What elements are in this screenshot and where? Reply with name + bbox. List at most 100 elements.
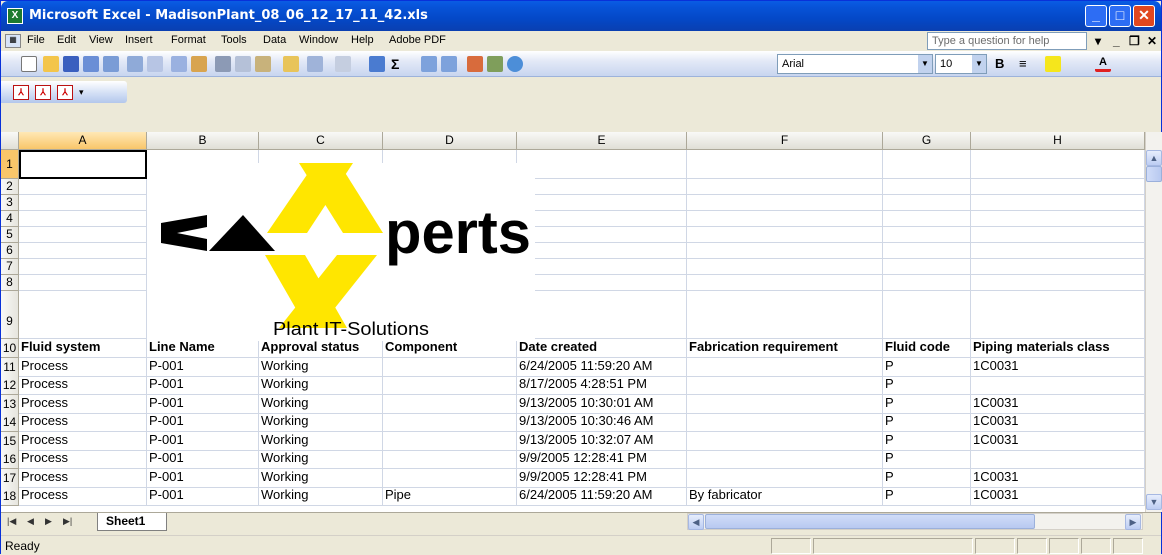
- table-cell[interactable]: [687, 469, 883, 488]
- table-cell[interactable]: [19, 227, 147, 243]
- row-header[interactable]: 3: [1, 195, 19, 211]
- chevron-down-icon[interactable]: ▼: [972, 55, 986, 73]
- sort-ascending-icon[interactable]: [421, 56, 437, 72]
- table-cell[interactable]: 1C0031: [971, 487, 1145, 506]
- horizontal-scrollbar[interactable]: ◀ ▶: [687, 513, 1143, 530]
- menu-insert[interactable]: Insert: [125, 34, 153, 46]
- table-cell[interactable]: Process: [19, 376, 147, 395]
- row-header[interactable]: 13: [1, 395, 19, 414]
- column-header-h[interactable]: H: [971, 132, 1145, 150]
- table-cell[interactable]: [971, 211, 1145, 227]
- menu-adobe-pdf[interactable]: Adobe PDF: [389, 34, 446, 46]
- table-cell[interactable]: P: [883, 432, 971, 451]
- format-painter-icon[interactable]: [283, 56, 299, 72]
- table-cell[interactable]: [687, 195, 883, 211]
- table-cell[interactable]: 6/24/2005 11:59:20 AM: [517, 487, 687, 506]
- table-cell[interactable]: [687, 150, 883, 179]
- doc-restore-button[interactable]: ❐: [1129, 34, 1140, 48]
- table-cell[interactable]: [971, 150, 1145, 179]
- email-icon[interactable]: [103, 56, 119, 72]
- table-cell[interactable]: Working: [259, 376, 383, 395]
- table-cell[interactable]: Process: [19, 469, 147, 488]
- table-cell[interactable]: [687, 291, 883, 339]
- font-size-select[interactable]: 10 ▼: [935, 54, 987, 74]
- table-cell[interactable]: [517, 150, 687, 179]
- table-cell[interactable]: [687, 413, 883, 432]
- cut-icon[interactable]: [215, 56, 231, 72]
- table-cell[interactable]: 8/17/2005 4:28:51 PM: [517, 376, 687, 395]
- table-cell[interactable]: [687, 211, 883, 227]
- row-header[interactable]: 17: [1, 469, 19, 488]
- table-cell[interactable]: P-001: [147, 432, 259, 451]
- table-cell[interactable]: [971, 275, 1145, 291]
- column-header-c[interactable]: C: [259, 132, 383, 150]
- table-cell[interactable]: 1C0031: [971, 395, 1145, 414]
- table-cell[interactable]: P-001: [147, 469, 259, 488]
- row-header[interactable]: 5: [1, 227, 19, 243]
- vertical-scrollbar[interactable]: ▲ ▼: [1145, 132, 1162, 512]
- excel-icon[interactable]: X: [7, 8, 23, 24]
- table-cell[interactable]: Working: [259, 432, 383, 451]
- table-cell[interactable]: [687, 358, 883, 377]
- menu-help[interactable]: Help: [351, 34, 374, 46]
- table-cell[interactable]: Process: [19, 487, 147, 506]
- table-cell[interactable]: [883, 259, 971, 275]
- column-title-cell[interactable]: Fabrication requirement: [687, 339, 883, 358]
- menu-file[interactable]: File: [27, 34, 45, 46]
- column-header-b[interactable]: B: [147, 132, 259, 150]
- scroll-right-icon[interactable]: ▶: [1125, 514, 1141, 530]
- row-header[interactable]: 16: [1, 450, 19, 469]
- open-icon[interactable]: [43, 56, 59, 72]
- table-cell[interactable]: [19, 259, 147, 275]
- table-cell[interactable]: [19, 195, 147, 211]
- table-cell[interactable]: [883, 179, 971, 195]
- row-header[interactable]: 2: [1, 179, 19, 195]
- vertical-scroll-thumb[interactable]: [1146, 166, 1162, 182]
- table-cell[interactable]: By fabricator: [687, 487, 883, 506]
- table-cell[interactable]: [883, 243, 971, 259]
- table-cell[interactable]: [883, 291, 971, 339]
- fill-color-icon[interactable]: [1045, 56, 1061, 72]
- table-cell[interactable]: [383, 395, 517, 414]
- table-cell[interactable]: 9/13/2005 10:32:07 AM: [517, 432, 687, 451]
- table-cell[interactable]: [383, 450, 517, 469]
- column-title-cell[interactable]: Approval status: [259, 339, 383, 358]
- menu-view[interactable]: View: [89, 34, 113, 46]
- table-cell[interactable]: [517, 259, 687, 275]
- table-cell[interactable]: [971, 450, 1145, 469]
- workbook-icon[interactable]: ▦: [5, 34, 21, 48]
- column-header-d[interactable]: D: [383, 132, 517, 150]
- table-cell[interactable]: [687, 243, 883, 259]
- table-cell[interactable]: [383, 358, 517, 377]
- permission-icon[interactable]: [83, 56, 99, 72]
- table-cell[interactable]: P: [883, 395, 971, 414]
- table-cell[interactable]: 1C0031: [971, 358, 1145, 377]
- toolbar-options-icon[interactable]: ▾: [79, 87, 84, 98]
- table-cell[interactable]: [687, 395, 883, 414]
- doc-minimize-button[interactable]: _: [1113, 34, 1120, 48]
- column-header-g[interactable]: G: [883, 132, 971, 150]
- table-cell[interactable]: P: [883, 450, 971, 469]
- table-cell[interactable]: [19, 291, 147, 339]
- menu-edit[interactable]: Edit: [57, 34, 76, 46]
- table-cell[interactable]: [687, 179, 883, 195]
- table-cell[interactable]: Working: [259, 358, 383, 377]
- research-icon[interactable]: [191, 56, 207, 72]
- table-cell[interactable]: P-001: [147, 487, 259, 506]
- help-search-input[interactable]: Type a question for help: [927, 32, 1087, 50]
- help-icon[interactable]: [507, 56, 523, 72]
- table-cell[interactable]: P: [883, 487, 971, 506]
- active-cell[interactable]: [19, 150, 147, 179]
- table-cell[interactable]: 9/13/2005 10:30:46 AM: [517, 413, 687, 432]
- menu-tools[interactable]: Tools: [221, 34, 247, 46]
- table-cell[interactable]: [687, 259, 883, 275]
- row-header[interactable]: 6: [1, 243, 19, 259]
- table-cell[interactable]: P-001: [147, 376, 259, 395]
- scroll-left-icon[interactable]: ◀: [688, 514, 704, 530]
- column-title-cell[interactable]: Piping materials class: [971, 339, 1145, 358]
- row-header[interactable]: 10: [1, 339, 19, 358]
- table-cell[interactable]: [971, 195, 1145, 211]
- row-header[interactable]: 14: [1, 413, 19, 432]
- table-cell[interactable]: P: [883, 413, 971, 432]
- table-cell[interactable]: [883, 275, 971, 291]
